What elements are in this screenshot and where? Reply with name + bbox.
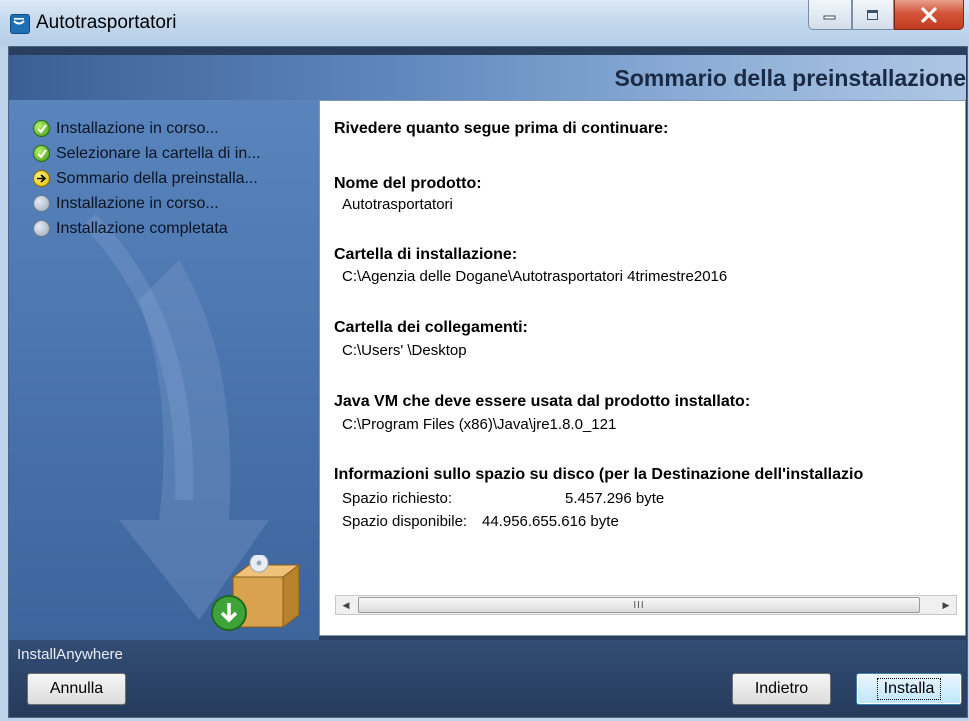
- step-item: Installazione in corso...: [33, 191, 261, 216]
- step-label: Selezionare la cartella di in...: [56, 144, 261, 162]
- summary-intro: Rivedere quanto segue prima di continuar…: [334, 120, 669, 137]
- install-button[interactable]: Installa: [856, 673, 962, 705]
- java-vm-value: C:\Program Files (x86)\Java\jre1.8.0_121: [342, 416, 617, 433]
- java-vm-heading: Java VM che deve essere usata dal prodot…: [334, 393, 751, 410]
- pending-circle-icon: [33, 220, 50, 237]
- pending-circle-icon: [33, 195, 50, 212]
- maximize-button[interactable]: [852, 0, 894, 30]
- maximize-icon: [867, 9, 878, 20]
- scrollbar-thumb[interactable]: III: [358, 597, 920, 613]
- disk-space-heading: Informazioni sullo spazio su disco (per …: [334, 466, 864, 483]
- shortcut-folder-value: C:\Users' \Desktop: [342, 342, 467, 359]
- chevron-left-icon: ◀: [342, 599, 350, 610]
- arrow-right-icon: [33, 170, 50, 187]
- close-button[interactable]: [894, 0, 964, 30]
- step-label: Sommario della preinstalla...: [56, 169, 258, 187]
- back-button[interactable]: Indietro: [732, 673, 831, 705]
- step-header: Sommario della preinstallazione: [9, 55, 966, 100]
- step-list: Installazione in corso... Selezionare la…: [33, 116, 261, 241]
- required-space-label: Spazio richiesto:: [342, 490, 453, 507]
- install-folder-heading: Cartella di installazione:: [334, 246, 518, 263]
- available-space-value: 44.956.655.616 byte: [482, 513, 619, 530]
- title-bar: Autotrasportatori: [0, 0, 969, 46]
- scrollbar-grip: III: [633, 599, 645, 611]
- summary-panel[interactable]: Rivedere quanto segue prima di continuar…: [319, 100, 966, 636]
- install-folder-value: C:\Agenzia delle Dogane\Autotrasportator…: [342, 268, 728, 285]
- horizontal-scrollbar[interactable]: ◀ III ▶: [335, 595, 957, 615]
- package-install-icon: [211, 555, 301, 631]
- step-item: Sommario della preinstalla...: [33, 166, 261, 191]
- steps-panel: Installazione in corso... Selezionare la…: [9, 100, 319, 640]
- chevron-right-icon: ▶: [942, 599, 950, 610]
- checkmark-icon: [33, 145, 50, 162]
- install-button-label: Installa: [876, 678, 942, 700]
- step-label: Installazione in corso...: [56, 119, 219, 137]
- required-space-value: 5.457.296 byte: [565, 490, 665, 507]
- step-label: Installazione completata: [56, 219, 228, 237]
- step-item: Installazione completata: [33, 216, 261, 241]
- installer-app-icon: [10, 14, 30, 34]
- step-item: Installazione in corso...: [33, 116, 261, 141]
- step-item: Selezionare la cartella di in...: [33, 141, 261, 166]
- checkmark-icon: [33, 120, 50, 137]
- page-title: Sommario della preinstallazione: [614, 65, 967, 91]
- step-label: Installazione in corso...: [56, 194, 219, 212]
- minimize-icon: [823, 15, 836, 19]
- product-name-value: Autotrasportatori: [342, 196, 453, 213]
- shortcut-folder-heading: Cartella dei collegamenti:: [334, 319, 528, 336]
- scroll-left-button[interactable]: ◀: [336, 596, 356, 614]
- available-space-label: Spazio disponibile:: [342, 513, 468, 530]
- product-name-heading: Nome del prodotto:: [334, 175, 482, 192]
- cancel-button[interactable]: Annulla: [27, 673, 126, 705]
- brand-label: InstallAnywhere: [17, 646, 123, 663]
- window-title: Autotrasportatori: [36, 12, 177, 33]
- scroll-right-button[interactable]: ▶: [936, 596, 956, 614]
- close-icon: [921, 6, 937, 23]
- minimize-button[interactable]: [808, 0, 852, 30]
- window-controls: [808, 0, 964, 31]
